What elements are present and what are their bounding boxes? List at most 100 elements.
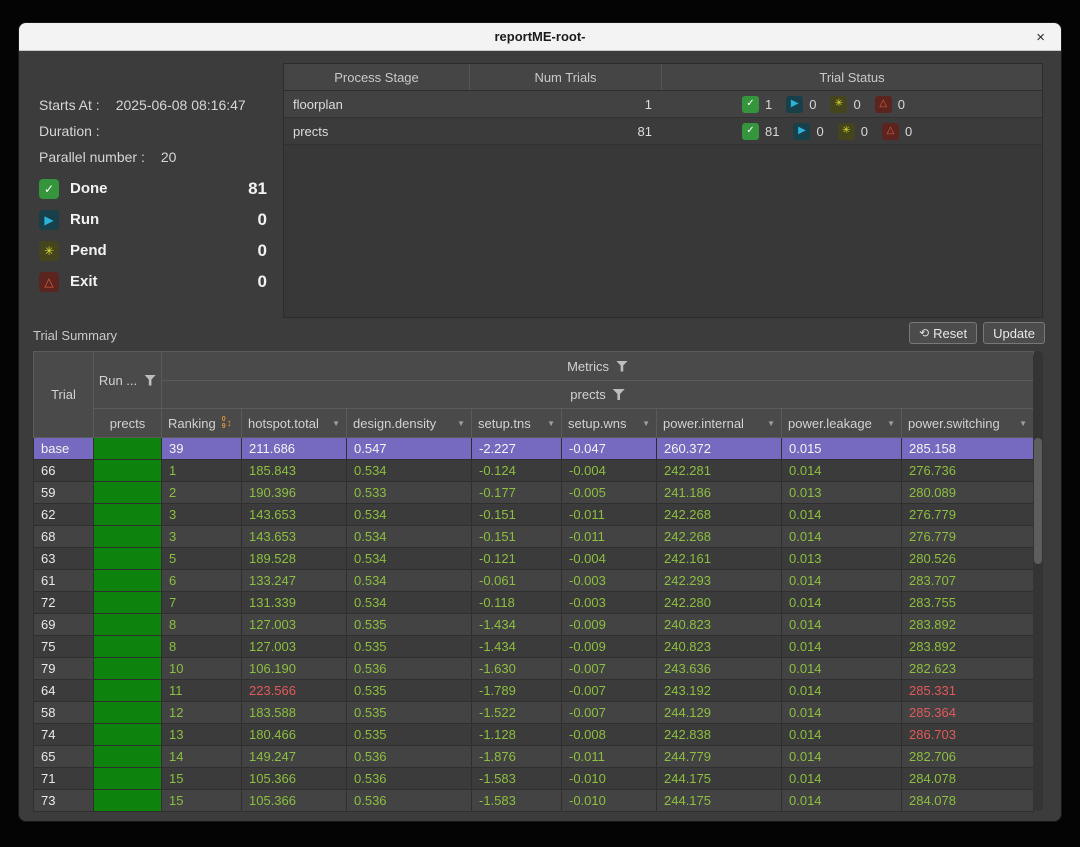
trial-id-cell[interactable]: 61 <box>34 570 94 592</box>
column-dropdown-icon[interactable]: ▼ <box>887 419 895 428</box>
metric-cell-design.density: 0.533 <box>347 482 472 504</box>
column-header-setup.tns[interactable]: setup.tns▼ <box>472 409 562 438</box>
trial-row-72[interactable]: 727131.3390.534-0.118-0.003242.2800.0142… <box>34 592 1034 614</box>
run-status-cell[interactable] <box>94 482 162 504</box>
column-dropdown-icon[interactable]: ▼ <box>642 419 650 428</box>
trial-row-65[interactable]: 6514149.2470.536-1.876-0.011244.7790.014… <box>34 746 1034 768</box>
metrics-filter-icon[interactable] <box>616 361 628 372</box>
column-header-power.leakage[interactable]: power.leakage▼ <box>782 409 902 438</box>
trial-id-cell[interactable]: 75 <box>34 636 94 658</box>
trial-row-59[interactable]: 592190.3960.533-0.177-0.005241.1860.0132… <box>34 482 1034 504</box>
run-status-cell[interactable] <box>94 636 162 658</box>
trial-row-69[interactable]: 698127.0030.535-1.434-0.009240.8230.0142… <box>34 614 1034 636</box>
metric-cell-setup.wns: -0.011 <box>562 504 657 526</box>
trial-id-cell[interactable]: 74 <box>34 724 94 746</box>
metrics-group-header[interactable]: Metrics <box>162 352 1034 381</box>
run-status-cell[interactable] <box>94 570 162 592</box>
trial-row-63[interactable]: 635189.5280.534-0.121-0.004242.1610.0132… <box>34 548 1034 570</box>
close-icon[interactable]: × <box>1036 23 1045 51</box>
trial-id-cell[interactable]: 79 <box>34 658 94 680</box>
run-sub-header[interactable]: prects <box>94 409 162 438</box>
run-status-cell[interactable] <box>94 702 162 724</box>
column-header-design.density[interactable]: design.density▼ <box>347 409 472 438</box>
trial-id-cell[interactable]: 69 <box>34 614 94 636</box>
trial-row-64[interactable]: 6411223.5660.535-1.789-0.007243.1920.014… <box>34 680 1034 702</box>
column-dropdown-icon[interactable]: ▼ <box>547 419 555 428</box>
stage-group-header[interactable]: prects <box>162 381 1034 409</box>
run-status-cell[interactable] <box>94 460 162 482</box>
run-status-cell[interactable] <box>94 548 162 570</box>
metric-cell-power.leakage: 0.013 <box>782 548 902 570</box>
trial-id-cell[interactable]: 72 <box>34 592 94 614</box>
column-header-Ranking[interactable]: Ranking09↕ <box>162 409 242 438</box>
trial-id-cell[interactable]: 73 <box>34 790 94 812</box>
reset-button[interactable]: ⟲Reset <box>909 322 977 344</box>
run-status-cell[interactable] <box>94 438 162 460</box>
titlebar[interactable]: reportME-root- × <box>19 23 1061 51</box>
trial-row-75[interactable]: 758127.0030.535-1.434-0.009240.8230.0142… <box>34 636 1034 658</box>
trial-id-cell[interactable]: 65 <box>34 746 94 768</box>
column-header-setup.wns[interactable]: setup.wns▼ <box>562 409 657 438</box>
stage-row-prects[interactable]: prects81✓81▶0✳0△0 <box>284 118 1042 145</box>
run-status-cell[interactable] <box>94 504 162 526</box>
run-status-cell[interactable] <box>94 658 162 680</box>
trial-id-cell[interactable]: 66 <box>34 460 94 482</box>
run-status-cell[interactable] <box>94 680 162 702</box>
numeric-sort-icon[interactable]: 09↕ <box>222 416 232 430</box>
trial-id-cell[interactable]: 68 <box>34 526 94 548</box>
run-status-cell[interactable] <box>94 724 162 746</box>
scrollbar-thumb[interactable] <box>1034 438 1042 564</box>
trial-row-58[interactable]: 5812183.5880.535-1.522-0.007244.1290.014… <box>34 702 1034 724</box>
column-header-power.internal[interactable]: power.internal▼ <box>657 409 782 438</box>
column-dropdown-icon[interactable]: ▼ <box>1019 419 1027 428</box>
run-status-cell[interactable] <box>94 768 162 790</box>
column-dropdown-icon[interactable]: ▼ <box>332 419 340 428</box>
run-status-cell[interactable] <box>94 614 162 636</box>
run-status-cell[interactable] <box>94 592 162 614</box>
trial-row-base[interactable]: base39211.6860.547-2.227-0.047260.3720.0… <box>34 438 1034 460</box>
metric-cell-setup.wns: -0.011 <box>562 746 657 768</box>
trial-status-column-header[interactable]: Trial Status <box>662 64 1042 90</box>
column-header-power.switching[interactable]: power.switching▼ <box>902 409 1034 438</box>
metric-cell-Ranking: 15 <box>162 790 242 812</box>
trial-row-66[interactable]: 661185.8430.534-0.124-0.004242.2810.0142… <box>34 460 1034 482</box>
trial-row-74[interactable]: 7413180.4660.535-1.128-0.008242.8380.014… <box>34 724 1034 746</box>
num-trials-column-header[interactable]: Num Trials <box>470 64 662 90</box>
run-status-cell[interactable] <box>94 746 162 768</box>
metric-cell-design.density: 0.534 <box>347 548 472 570</box>
metric-cell-setup.wns: -0.047 <box>562 438 657 460</box>
trial-row-71[interactable]: 7115105.3660.536-1.583-0.010244.1750.014… <box>34 768 1034 790</box>
trial-id-cell[interactable]: 63 <box>34 548 94 570</box>
trial-row-62[interactable]: 623143.6530.534-0.151-0.011242.2680.0142… <box>34 504 1034 526</box>
trial-column-header[interactable]: Trial <box>34 352 94 438</box>
column-dropdown-icon[interactable]: ▼ <box>457 419 465 428</box>
column-header-hotspot.total[interactable]: hotspot.total▼ <box>242 409 347 438</box>
counter-label: Done <box>70 180 108 197</box>
trial-id-cell[interactable]: 59 <box>34 482 94 504</box>
trial-id-cell[interactable]: 64 <box>34 680 94 702</box>
trial-id-cell[interactable]: base <box>34 438 94 460</box>
metric-cell-setup.wns: -0.007 <box>562 680 657 702</box>
column-dropdown-icon[interactable]: ▼ <box>767 419 775 428</box>
metric-cell-setup.tns: -2.227 <box>472 438 562 460</box>
trial-row-61[interactable]: 616133.2470.534-0.061-0.003242.2930.0142… <box>34 570 1034 592</box>
run-column-header[interactable]: Run ... <box>94 352 162 409</box>
vertical-scrollbar[interactable] <box>1033 351 1043 811</box>
run-filter-icon[interactable] <box>144 375 156 386</box>
process-stage-column-header[interactable]: Process Stage <box>284 64 470 90</box>
trial-row-68[interactable]: 683143.6530.534-0.151-0.011242.2680.0142… <box>34 526 1034 548</box>
update-button[interactable]: Update <box>983 322 1045 344</box>
stage-row-floorplan[interactable]: floorplan1✓1▶0✳0△0 <box>284 91 1042 118</box>
reset-icon: ⟲ <box>919 326 929 340</box>
trial-id-cell[interactable]: 62 <box>34 504 94 526</box>
metric-cell-setup.tns: -1.876 <box>472 746 562 768</box>
trial-id-cell[interactable]: 58 <box>34 702 94 724</box>
run-status-cell[interactable] <box>94 790 162 812</box>
run-status-cell[interactable] <box>94 526 162 548</box>
trial-row-73[interactable]: 7315105.3660.536-1.583-0.010244.1750.014… <box>34 790 1034 812</box>
trial-summary-table: Trial Run ... Metrics prects prects Rank… <box>33 351 1034 812</box>
trial-id-cell[interactable]: 71 <box>34 768 94 790</box>
trial-row-79[interactable]: 7910106.1900.536-1.630-0.007243.6360.014… <box>34 658 1034 680</box>
stage-filter-icon[interactable] <box>613 389 625 400</box>
metric-cell-setup.tns: -0.118 <box>472 592 562 614</box>
